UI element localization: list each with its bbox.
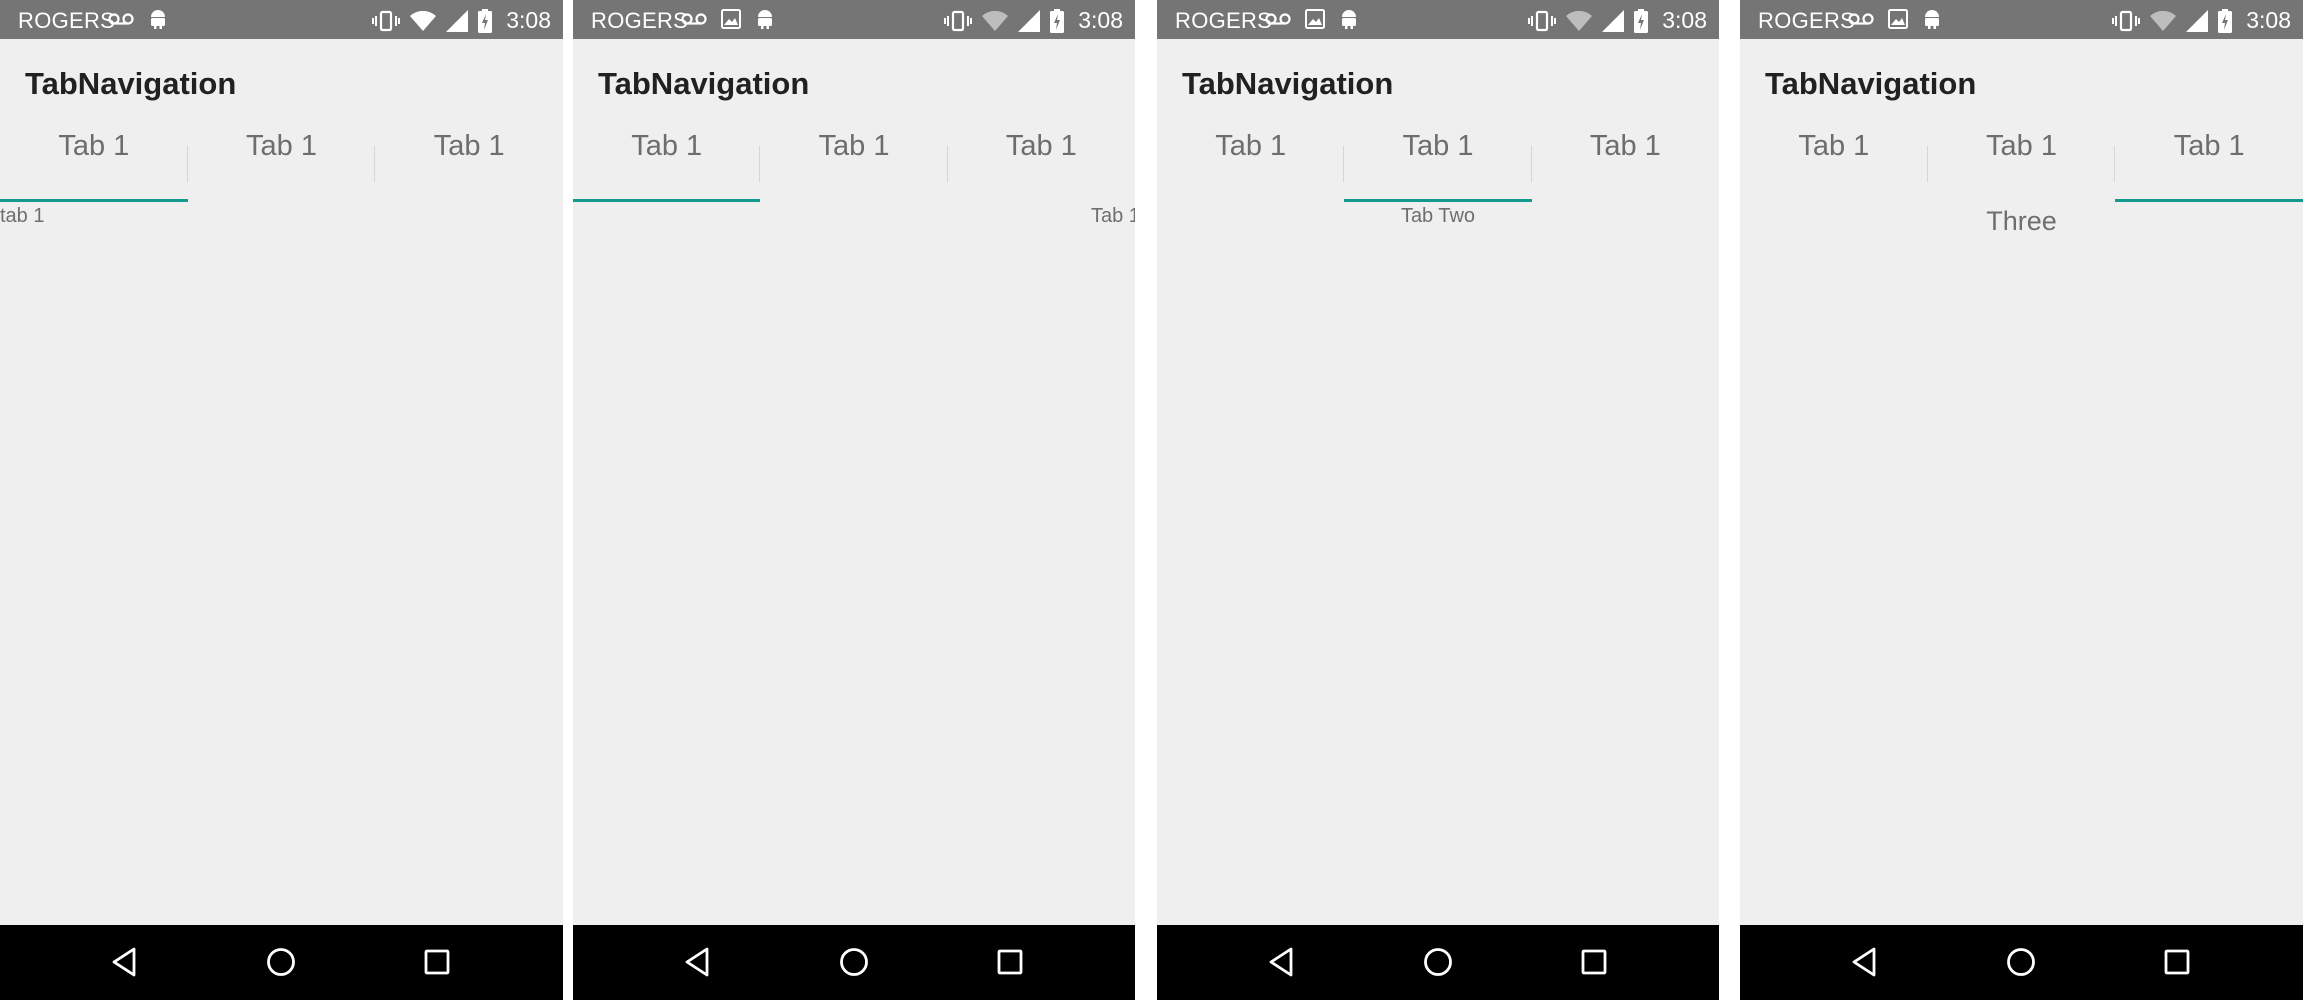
android-icon	[758, 10, 772, 29]
tab-1[interactable]: Tab 1	[1740, 118, 1928, 202]
vibrate-icon	[2112, 10, 2141, 31]
tab-bar: Tab 1 Tab 1 Tab 1	[573, 118, 1135, 202]
tab-label: Tab 1	[1589, 130, 1661, 162]
wifi-icon	[410, 10, 437, 31]
voicemail-icon	[1265, 13, 1291, 25]
carrier-name: ROGERS	[18, 8, 116, 33]
tab-1[interactable]: Tab 1	[573, 118, 761, 202]
home-icon[interactable]	[1419, 943, 1457, 981]
status-time: 3:08	[506, 7, 551, 33]
home-icon[interactable]	[262, 943, 300, 981]
tab-2[interactable]: Tab 1	[188, 118, 376, 202]
home-icon[interactable]	[835, 943, 873, 981]
battery-icon	[1634, 8, 1649, 33]
tab-bar: Tab 1 Tab 1 Tab 1	[0, 118, 563, 202]
android-icon	[1342, 10, 1356, 29]
image-icon	[721, 9, 741, 29]
tab-label: Tab 1	[2173, 130, 2245, 162]
tab-2[interactable]: Tab 1	[1928, 118, 2116, 202]
status-time: 3:08	[2246, 7, 2291, 33]
navigation-bar	[0, 925, 563, 1000]
carrier-name: ROGERS	[1758, 8, 1856, 33]
tab-label: Tab 1	[246, 130, 317, 162]
app-title: TabNavigation	[1765, 66, 1977, 101]
tab-3[interactable]: Tab 1	[948, 118, 1135, 202]
tab-3[interactable]: Tab 1	[375, 118, 563, 202]
voicemail-icon	[1848, 13, 1874, 25]
recents-icon[interactable]	[418, 943, 456, 981]
tab-content-text: tab 1	[0, 205, 45, 227]
app-title: TabNavigation	[25, 66, 237, 101]
status-time: 3:08	[1662, 7, 1707, 33]
signal-icon	[1018, 9, 1041, 32]
tab-content-text: Tab 1	[1091, 205, 1135, 227]
tab-1[interactable]: Tab 1	[1157, 118, 1345, 202]
tab-bar: Tab 1 Tab 1 Tab 1	[1740, 118, 2303, 202]
wifi-icon	[1566, 10, 1593, 31]
battery-icon	[478, 8, 493, 33]
status-bar: ROGERS 3:08	[1157, 0, 1719, 39]
signal-icon	[446, 9, 469, 32]
back-icon[interactable]	[1262, 943, 1300, 981]
status-time: 3:08	[1078, 7, 1123, 33]
recents-icon[interactable]	[2158, 943, 2196, 981]
back-icon[interactable]	[105, 943, 143, 981]
status-bar: ROGERS 3:08	[1740, 0, 2303, 39]
tab-content-text: Three	[1986, 206, 2057, 236]
tab-2[interactable]: Tab 1	[760, 118, 948, 202]
tab-selected-indicator	[573, 199, 761, 202]
tab-selected-indicator	[1344, 199, 1532, 202]
voicemail-icon	[108, 13, 134, 25]
wifi-icon	[2150, 10, 2177, 31]
status-bar: ROGERS 3:08	[0, 0, 563, 39]
tab-2[interactable]: Tab 1	[1344, 118, 1532, 202]
tab-label: Tab 1	[1005, 130, 1077, 162]
tab-3[interactable]: Tab 1	[2115, 118, 2303, 202]
android-icon	[1925, 10, 1939, 29]
signal-icon	[2186, 9, 2209, 32]
phone-screen-3: ROGERS 3:08 TabNavigation Tab 1 Tab 1 Ta…	[1157, 0, 1719, 1000]
phone-screen-1: ROGERS 3:08 TabNavigation Tab 1 Tab 1 Ta…	[0, 0, 563, 1000]
tab-selected-indicator	[0, 199, 188, 202]
home-icon[interactable]	[2002, 943, 2040, 981]
vibrate-icon	[1528, 10, 1557, 31]
carrier-name: ROGERS	[1175, 8, 1273, 33]
tab-1[interactable]: Tab 1	[0, 118, 188, 202]
status-bar: ROGERS 3:08	[573, 0, 1135, 39]
vibrate-icon	[944, 10, 973, 31]
tab-bar: Tab 1 Tab 1 Tab 1	[1157, 118, 1719, 202]
tab-label: Tab 1	[1798, 130, 1870, 162]
tab-label: Tab 1	[433, 130, 505, 162]
tab-label: Tab 1	[631, 130, 703, 162]
recents-icon[interactable]	[991, 943, 1029, 981]
wifi-icon	[982, 10, 1009, 31]
battery-icon	[2218, 8, 2233, 33]
android-icon	[151, 10, 165, 29]
navigation-bar	[1740, 925, 2303, 1000]
tab-label: Tab 1	[58, 130, 130, 162]
signal-icon	[1602, 9, 1625, 32]
battery-icon	[1050, 8, 1065, 33]
carrier-name: ROGERS	[591, 8, 689, 33]
tab-label: Tab 1	[1215, 130, 1287, 162]
back-icon[interactable]	[678, 943, 716, 981]
phone-screen-2: ROGERS 3:08 TabNavigation Tab 1 Tab 1 Ta…	[573, 0, 1135, 1000]
recents-icon[interactable]	[1575, 943, 1613, 981]
tab-3[interactable]: Tab 1	[1532, 118, 1719, 202]
voicemail-icon	[681, 13, 707, 25]
tab-content-text: Tab Two	[1400, 205, 1476, 227]
vibrate-icon	[372, 10, 401, 31]
image-icon	[1305, 9, 1325, 29]
back-icon[interactable]	[1845, 943, 1883, 981]
navigation-bar	[573, 925, 1135, 1000]
app-title: TabNavigation	[598, 66, 810, 101]
tab-label: Tab 1	[1986, 130, 2057, 162]
app-title: TabNavigation	[1182, 66, 1394, 101]
tab-label: Tab 1	[1402, 130, 1474, 162]
tab-selected-indicator	[2115, 199, 2303, 202]
image-icon	[1888, 9, 1908, 29]
phone-screen-4: ROGERS 3:08 TabNavigation Tab 1 Tab 1 Ta…	[1740, 0, 2303, 1000]
navigation-bar	[1157, 925, 1719, 1000]
tab-label: Tab 1	[818, 130, 890, 162]
